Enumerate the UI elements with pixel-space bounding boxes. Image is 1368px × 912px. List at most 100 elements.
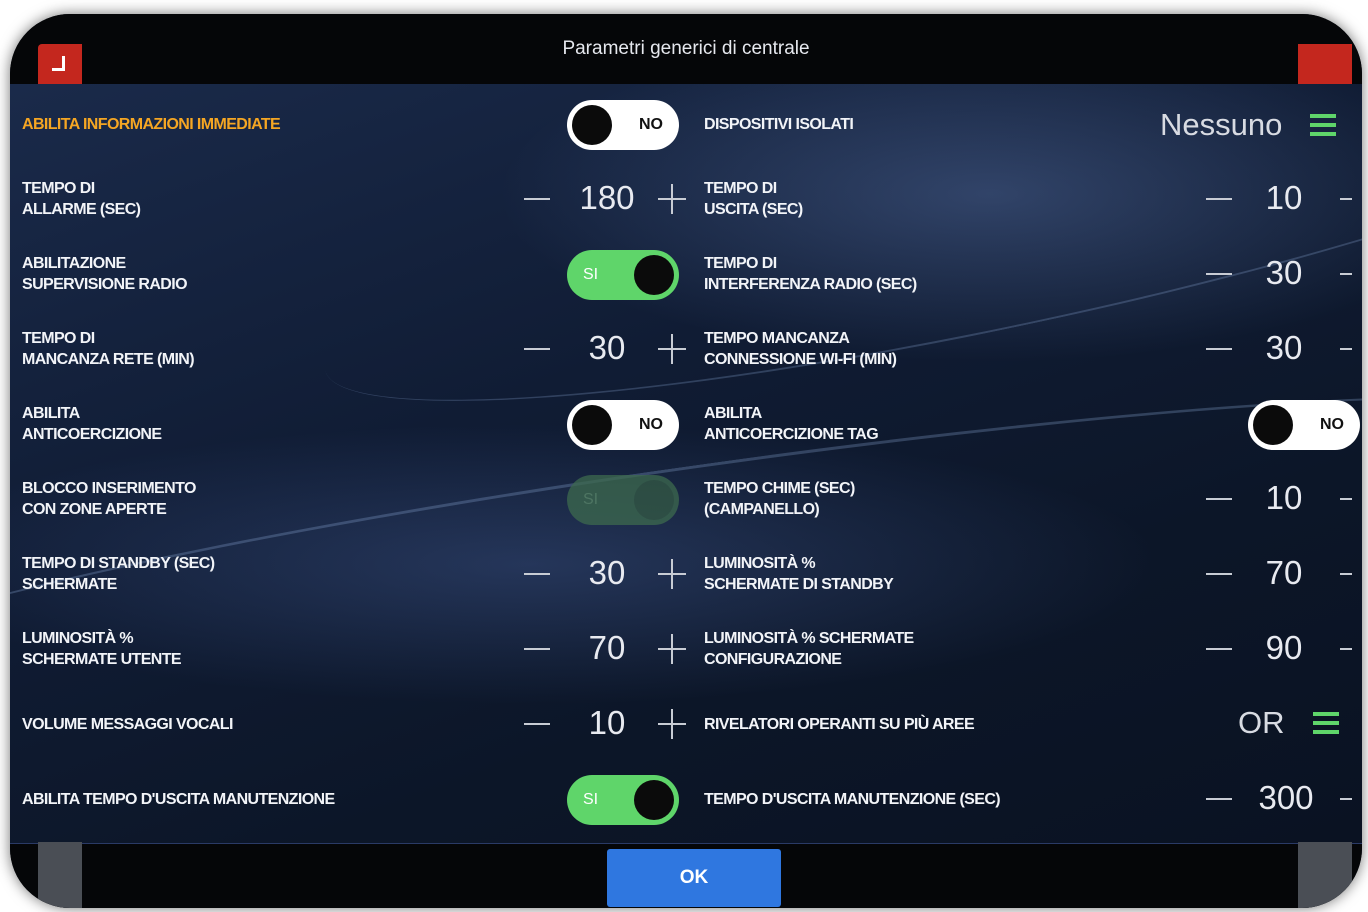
stepper-value: 30 — [588, 329, 626, 366]
toggle-text: NO — [1320, 416, 1344, 433]
stepper-value: 30 — [1265, 329, 1303, 366]
stepper-tempo-uscita-manutenzione: 300 — [1204, 778, 1354, 818]
label-mancanza-wifi: TEMPO MANCANZA CONNESSIONE WI-FI (MIN) — [704, 330, 897, 368]
ok-button[interactable]: OK — [607, 849, 781, 907]
plus-button[interactable] — [656, 628, 686, 668]
minus-button[interactable] — [1204, 628, 1234, 668]
stepper-value: 300 — [1258, 779, 1314, 816]
toggle-blocco-inserimento[interactable]: SI — [567, 475, 679, 525]
plus-button[interactable] — [1338, 553, 1352, 593]
dialog-titlebar: Parametri generici di centrale — [10, 14, 1362, 84]
minus-button[interactable] — [522, 178, 552, 218]
toggle-text: SI — [583, 791, 599, 808]
minus-button[interactable] — [1204, 328, 1234, 368]
minus-button[interactable] — [522, 703, 552, 743]
stepper-value: 30 — [1265, 254, 1303, 291]
minus-button[interactable] — [1204, 178, 1234, 218]
plus-button[interactable] — [656, 178, 686, 218]
toggle-text: NO — [639, 116, 663, 133]
stepper-value: 30 — [588, 554, 626, 591]
stepper-value: 10 — [1265, 479, 1303, 516]
select-rivelatori-piu-aree[interactable]: OR — [1238, 703, 1339, 743]
toggle-text: SI — [583, 491, 599, 508]
toggle-knob — [634, 780, 674, 820]
stepper-value: 70 — [588, 629, 626, 666]
plus-button[interactable] — [656, 703, 686, 743]
stepper-value: 180 — [579, 179, 635, 216]
plus-button[interactable] — [1338, 628, 1352, 668]
stepper-tempo-uscita: 10 — [1204, 178, 1354, 218]
stepper-value: 70 — [1265, 554, 1303, 591]
menu-icon[interactable] — [1312, 712, 1339, 734]
label-tempo-allarme: TEMPO DI ALLARME (SEC) — [22, 180, 141, 218]
label-abilita-tempo-uscita-manutenzione: ABILITA TEMPO D'USCITA MANUTENZIONE — [22, 791, 335, 808]
close-corner[interactable] — [1298, 44, 1352, 84]
stepper-value: 10 — [588, 704, 626, 741]
background-swoosh — [10, 339, 1362, 752]
stepper-luminosita-utente: 70 — [522, 628, 692, 668]
minus-button[interactable] — [1204, 253, 1234, 293]
select-value: Nessuno — [1160, 107, 1283, 142]
toggle-knob — [634, 255, 674, 295]
stepper-mancanza-wifi: 30 — [1204, 328, 1354, 368]
plus-button[interactable] — [656, 553, 686, 593]
label-mancanza-rete: TEMPO DI MANCANZA RETE (MIN) — [22, 330, 195, 368]
stepper-tempo-allarme: 180 — [522, 178, 692, 218]
toggle-knob — [572, 405, 612, 445]
label-interferenza-radio: TEMPO DI INTERFERENZA RADIO (SEC) — [704, 255, 917, 293]
label-volume-messaggi: VOLUME MESSAGGI VOCALI — [22, 716, 233, 733]
label-luminosita-configurazione: LUMINOSITÀ % SCHERMATE CONFIGURAZIONE — [704, 630, 914, 668]
select-value: OR — [1238, 705, 1285, 740]
toggle-informazioni-immediate[interactable]: NO — [567, 100, 679, 150]
label-luminosita-standby: LUMINOSITÀ % SCHERMATE DI STANDBY — [704, 555, 894, 593]
label-luminosita-utente: LUMINOSITÀ % SCHERMATE UTENTE — [22, 630, 182, 668]
label-anticoercizione-tag: ABILITA ANTICOERCIZIONE TAG — [704, 405, 879, 443]
minus-button[interactable] — [1204, 478, 1234, 518]
corner-button-left[interactable] — [38, 842, 82, 908]
plus-button[interactable] — [1338, 778, 1352, 818]
label-blocco-inserimento: BLOCCO INSERIMENTO CON ZONE APERTE — [22, 480, 196, 518]
label-supervisione-radio: ABILITAZIONE SUPERVISIONE RADIO — [22, 255, 188, 293]
plus-button[interactable] — [1338, 478, 1352, 518]
plus-button[interactable] — [656, 328, 686, 368]
toggle-anticoercizione[interactable]: NO — [567, 400, 679, 450]
stepper-interferenza-radio: 30 — [1204, 253, 1354, 293]
toggle-knob — [1253, 405, 1293, 445]
stepper-tempo-chime: 10 — [1204, 478, 1354, 518]
plus-button[interactable] — [1338, 328, 1352, 368]
toggle-tempo-uscita-manutenzione[interactable]: SI — [567, 775, 679, 825]
stepper-luminosita-configurazione: 90 — [1204, 628, 1354, 668]
label-abilita-informazioni-immediate: ABILITA INFORMAZIONI IMMEDIATE — [22, 116, 281, 133]
minus-button[interactable] — [522, 553, 552, 593]
stepper-value: 90 — [1265, 629, 1303, 666]
stepper-luminosita-standby: 70 — [1204, 553, 1354, 593]
stepper-value: 10 — [1265, 179, 1303, 216]
toggle-knob — [634, 480, 674, 520]
minus-button[interactable] — [1204, 553, 1234, 593]
minus-button[interactable] — [1204, 778, 1234, 818]
plus-button[interactable] — [1338, 253, 1352, 293]
label-dispositivi-isolati: DISPOSITIVI ISOLATI — [704, 116, 854, 133]
label-tempo-uscita: TEMPO DI USCITA (SEC) — [704, 180, 803, 218]
label-anticoercizione: ABILITA ANTICOERCIZIONE — [22, 405, 162, 443]
menu-icon[interactable] — [1310, 114, 1337, 136]
label-rivelatori-piu-aree: RIVELATORI OPERANTI SU PIÙ AREE — [704, 716, 975, 733]
back-icon[interactable] — [38, 44, 82, 84]
toggle-text: SI — [583, 266, 599, 283]
toggle-knob — [572, 105, 612, 145]
stepper-volume-messaggi: 10 — [522, 703, 692, 743]
toggle-supervisione-radio[interactable]: SI — [567, 250, 679, 300]
settings-panel: ABILITA INFORMAZIONI IMMEDIATE NO TEMPO … — [10, 84, 1362, 844]
minus-button[interactable] — [522, 628, 552, 668]
corner-button-right[interactable] — [1298, 842, 1352, 908]
toggle-text: NO — [639, 416, 663, 433]
select-dispositivi-isolati[interactable]: Nessuno — [1160, 105, 1337, 145]
toggle-anticoercizione-tag[interactable]: NO — [1248, 400, 1360, 450]
label-tempo-chime: TEMPO CHIME (SEC) (CAMPANELLO) — [704, 480, 855, 518]
label-tempo-uscita-manutenzione: TEMPO D'USCITA MANUTENZIONE (SEC) — [704, 791, 1001, 808]
plus-button[interactable] — [1338, 178, 1352, 218]
minus-button[interactable] — [522, 328, 552, 368]
device-frame: Parametri generici di centrale ABILITA I… — [10, 14, 1362, 908]
dialog-title: Parametri generici di centrale — [562, 38, 810, 59]
stepper-mancanza-rete: 30 — [522, 328, 692, 368]
